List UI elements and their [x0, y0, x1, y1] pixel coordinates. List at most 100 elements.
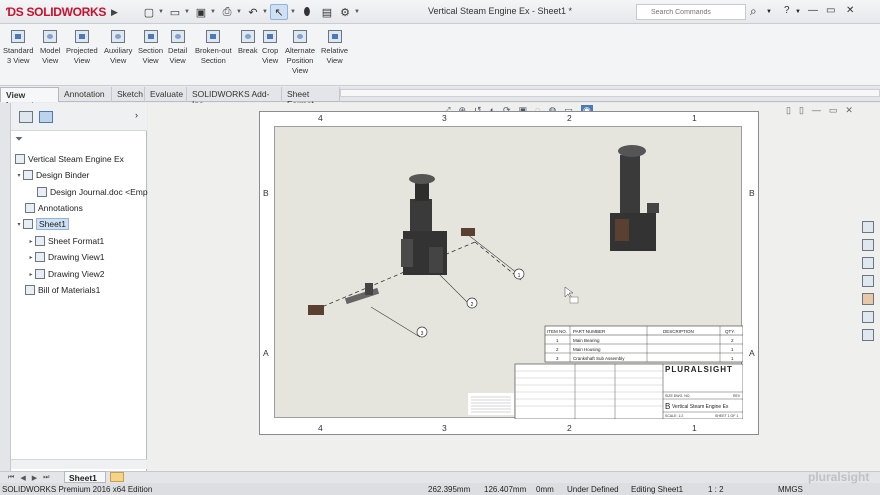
tree-item-design-journal[interactable]: Design Journal.doc <Emp: [37, 184, 148, 200]
forum-icon[interactable]: [862, 329, 874, 341]
zone-label: 4: [318, 423, 323, 433]
bom-table[interactable]: ITEM NO. PART NUMBER DESCRIPTION QTY. 1 …: [544, 325, 743, 363]
section-view-button[interactable]: Section View: [138, 30, 163, 66]
document-icon: [37, 187, 47, 197]
chevron-down-icon[interactable]: ▼: [210, 9, 216, 15]
alternate-position-view-button[interactable]: Alternate Position View: [285, 30, 315, 76]
search-icon[interactable]: ⌕: [750, 4, 757, 19]
new-document-icon[interactable]: ▢: [140, 4, 158, 20]
property-manager-tab-icon[interactable]: [39, 111, 53, 123]
status-scale[interactable]: 1 : 2: [708, 485, 724, 494]
relative-view-button[interactable]: Relative View: [321, 30, 348, 66]
auxiliary-view-button[interactable]: Auxiliary View: [104, 30, 132, 66]
chevron-down-icon[interactable]: ▼: [795, 9, 801, 15]
close-icon[interactable]: ✕: [846, 5, 854, 16]
command-label: Relative View: [321, 46, 349, 65]
solidworks-logo[interactable]: ƊS SOLIDWORKS: [6, 4, 106, 20]
logo-text: SOLIDWORKS: [26, 5, 107, 19]
sheet-tab[interactable]: Sheet1: [64, 471, 106, 483]
tree-item-drawing-view2[interactable]: ▸ Drawing View2: [27, 266, 105, 282]
detail-view-button[interactable]: Detail View: [168, 30, 187, 66]
tab-annotation[interactable]: Annotation: [59, 87, 112, 102]
minimize-icon[interactable]: —: [808, 5, 818, 16]
expand-toggle-icon[interactable]: ▸: [27, 271, 35, 278]
title-block[interactable]: PLURALSIGHT SIZE DWG. NO. REV B Vertical…: [514, 363, 743, 419]
command-label: Crop View: [262, 46, 279, 65]
rebuild-icon[interactable]: ⬮: [298, 4, 316, 20]
expand-toggle-icon[interactable]: ▸: [27, 254, 35, 261]
status-definition: Under Defined: [567, 485, 619, 494]
tab-sketch[interactable]: Sketch: [112, 87, 145, 102]
last-sheet-icon[interactable]: ⏭: [43, 474, 49, 482]
menu-expand-icon[interactable]: ▶: [111, 4, 121, 20]
tree-item-design-binder[interactable]: ▾ Design Binder: [15, 167, 89, 183]
pluralsight-watermark: pluralsight: [808, 470, 870, 484]
chevron-down-icon[interactable]: ▼: [184, 9, 190, 15]
break-button[interactable]: Break: [238, 30, 258, 56]
tree-item-sheet1[interactable]: ▾ Sheet1: [15, 216, 69, 232]
solidworks-resources-icon[interactable]: [862, 221, 874, 233]
first-sheet-icon[interactable]: ⏮: [8, 474, 14, 482]
print-icon[interactable]: ⎙: [218, 4, 236, 20]
tree-item-sheet-format1[interactable]: ▸ Sheet Format1: [27, 233, 104, 249]
restore-icon[interactable]: ▭: [826, 5, 835, 16]
chevron-down-icon[interactable]: ▼: [236, 9, 242, 15]
tab-sheet-format[interactable]: Sheet Format: [282, 87, 340, 109]
next-sheet-icon[interactable]: ▶: [32, 474, 37, 482]
broken-out-section-button[interactable]: Broken-out Section: [195, 30, 232, 66]
filter-icon[interactable]: ⏷: [15, 134, 23, 145]
tree-item-root[interactable]: Vertical Steam Engine Ex: [15, 151, 124, 167]
split-view-icon[interactable]: ▯: [799, 105, 804, 116]
bom-header: ITEM NO.: [547, 329, 567, 334]
appearances-icon[interactable]: [862, 293, 874, 305]
restore-view-icon[interactable]: ▭: [829, 105, 838, 116]
view-palette-icon[interactable]: [862, 275, 874, 287]
design-library-icon[interactable]: [862, 239, 874, 251]
status-units[interactable]: MMGS: [778, 485, 803, 494]
command-label: Break: [238, 46, 258, 55]
graphics-area[interactable]: ⤢ ⊕ ↺ ◐ ⟳ ▣ ◌ ◍ ▭ ◉ ▯ ▯ — ▭ ✕ 4 3 2 1 4 …: [148, 103, 880, 471]
expand-toggle-icon[interactable]: ▾: [15, 172, 23, 179]
feature-tree-tab-icon[interactable]: [19, 111, 33, 123]
tile-view-icon[interactable]: ▯: [786, 105, 791, 116]
tree-item-bill-of-materials1[interactable]: Bill of Materials1: [25, 282, 100, 298]
chevron-down-icon[interactable]: ▼: [262, 9, 268, 15]
close-view-icon[interactable]: ✕: [845, 105, 853, 116]
tab-solidworks-add-ins[interactable]: SOLIDWORKS Add-Ins: [187, 87, 282, 109]
expand-toggle-icon[interactable]: ▸: [27, 238, 35, 245]
balloon-label: 2: [471, 302, 474, 308]
zone-label: 2: [567, 423, 572, 433]
undo-icon[interactable]: ↶: [244, 4, 262, 20]
chevron-down-icon[interactable]: ▼: [290, 9, 296, 15]
select-pointer-icon[interactable]: ↖: [270, 4, 288, 20]
add-sheet-icon[interactable]: [110, 472, 124, 482]
minimize-view-icon[interactable]: —: [812, 105, 821, 116]
search-commands-input[interactable]: [636, 4, 746, 20]
tree-item-drawing-view1[interactable]: ▸ Drawing View1: [27, 249, 105, 265]
exploded-assembly-view[interactable]: 1 2 3: [308, 174, 525, 338]
help-icon[interactable]: ?: [784, 5, 790, 16]
projected-view-button[interactable]: Projected View: [66, 30, 98, 66]
model-view-button[interactable]: Model View: [40, 30, 60, 66]
file-explorer-icon[interactable]: [862, 257, 874, 269]
custom-properties-icon[interactable]: [862, 311, 874, 323]
open-folder-icon[interactable]: ▭: [166, 4, 184, 20]
file-properties-icon[interactable]: ▤: [318, 4, 336, 20]
expand-toggle-icon[interactable]: ▾: [15, 221, 23, 228]
chevron-down-icon[interactable]: ▼: [158, 9, 164, 15]
tree-item-annotations[interactable]: Annotations: [25, 200, 83, 216]
chevron-right-icon[interactable]: ›: [135, 110, 138, 120]
isometric-assembly-view[interactable]: [610, 145, 659, 251]
horizontal-scrollbar[interactable]: [11, 459, 147, 469]
scale-label: SCALE: 1:2: [665, 414, 683, 418]
chevron-down-icon[interactable]: ▼: [766, 9, 772, 15]
tab-view-layout[interactable]: View Layout: [0, 87, 59, 110]
prev-sheet-icon[interactable]: ◀: [20, 474, 25, 482]
options-gear-icon[interactable]: ⚙: [336, 4, 354, 20]
drawing-sheet[interactable]: 4 3 2 1 4 3 2 1 B A B A 1 2 3 ITEM NO. P…: [259, 111, 759, 435]
crop-view-button[interactable]: Crop View: [262, 30, 278, 66]
save-icon[interactable]: ▣: [192, 4, 210, 20]
tab-evaluate[interactable]: Evaluate: [145, 87, 187, 102]
chevron-down-icon[interactable]: ▼: [354, 9, 360, 15]
standard-3-view-button[interactable]: Standard 3 View: [3, 30, 33, 66]
